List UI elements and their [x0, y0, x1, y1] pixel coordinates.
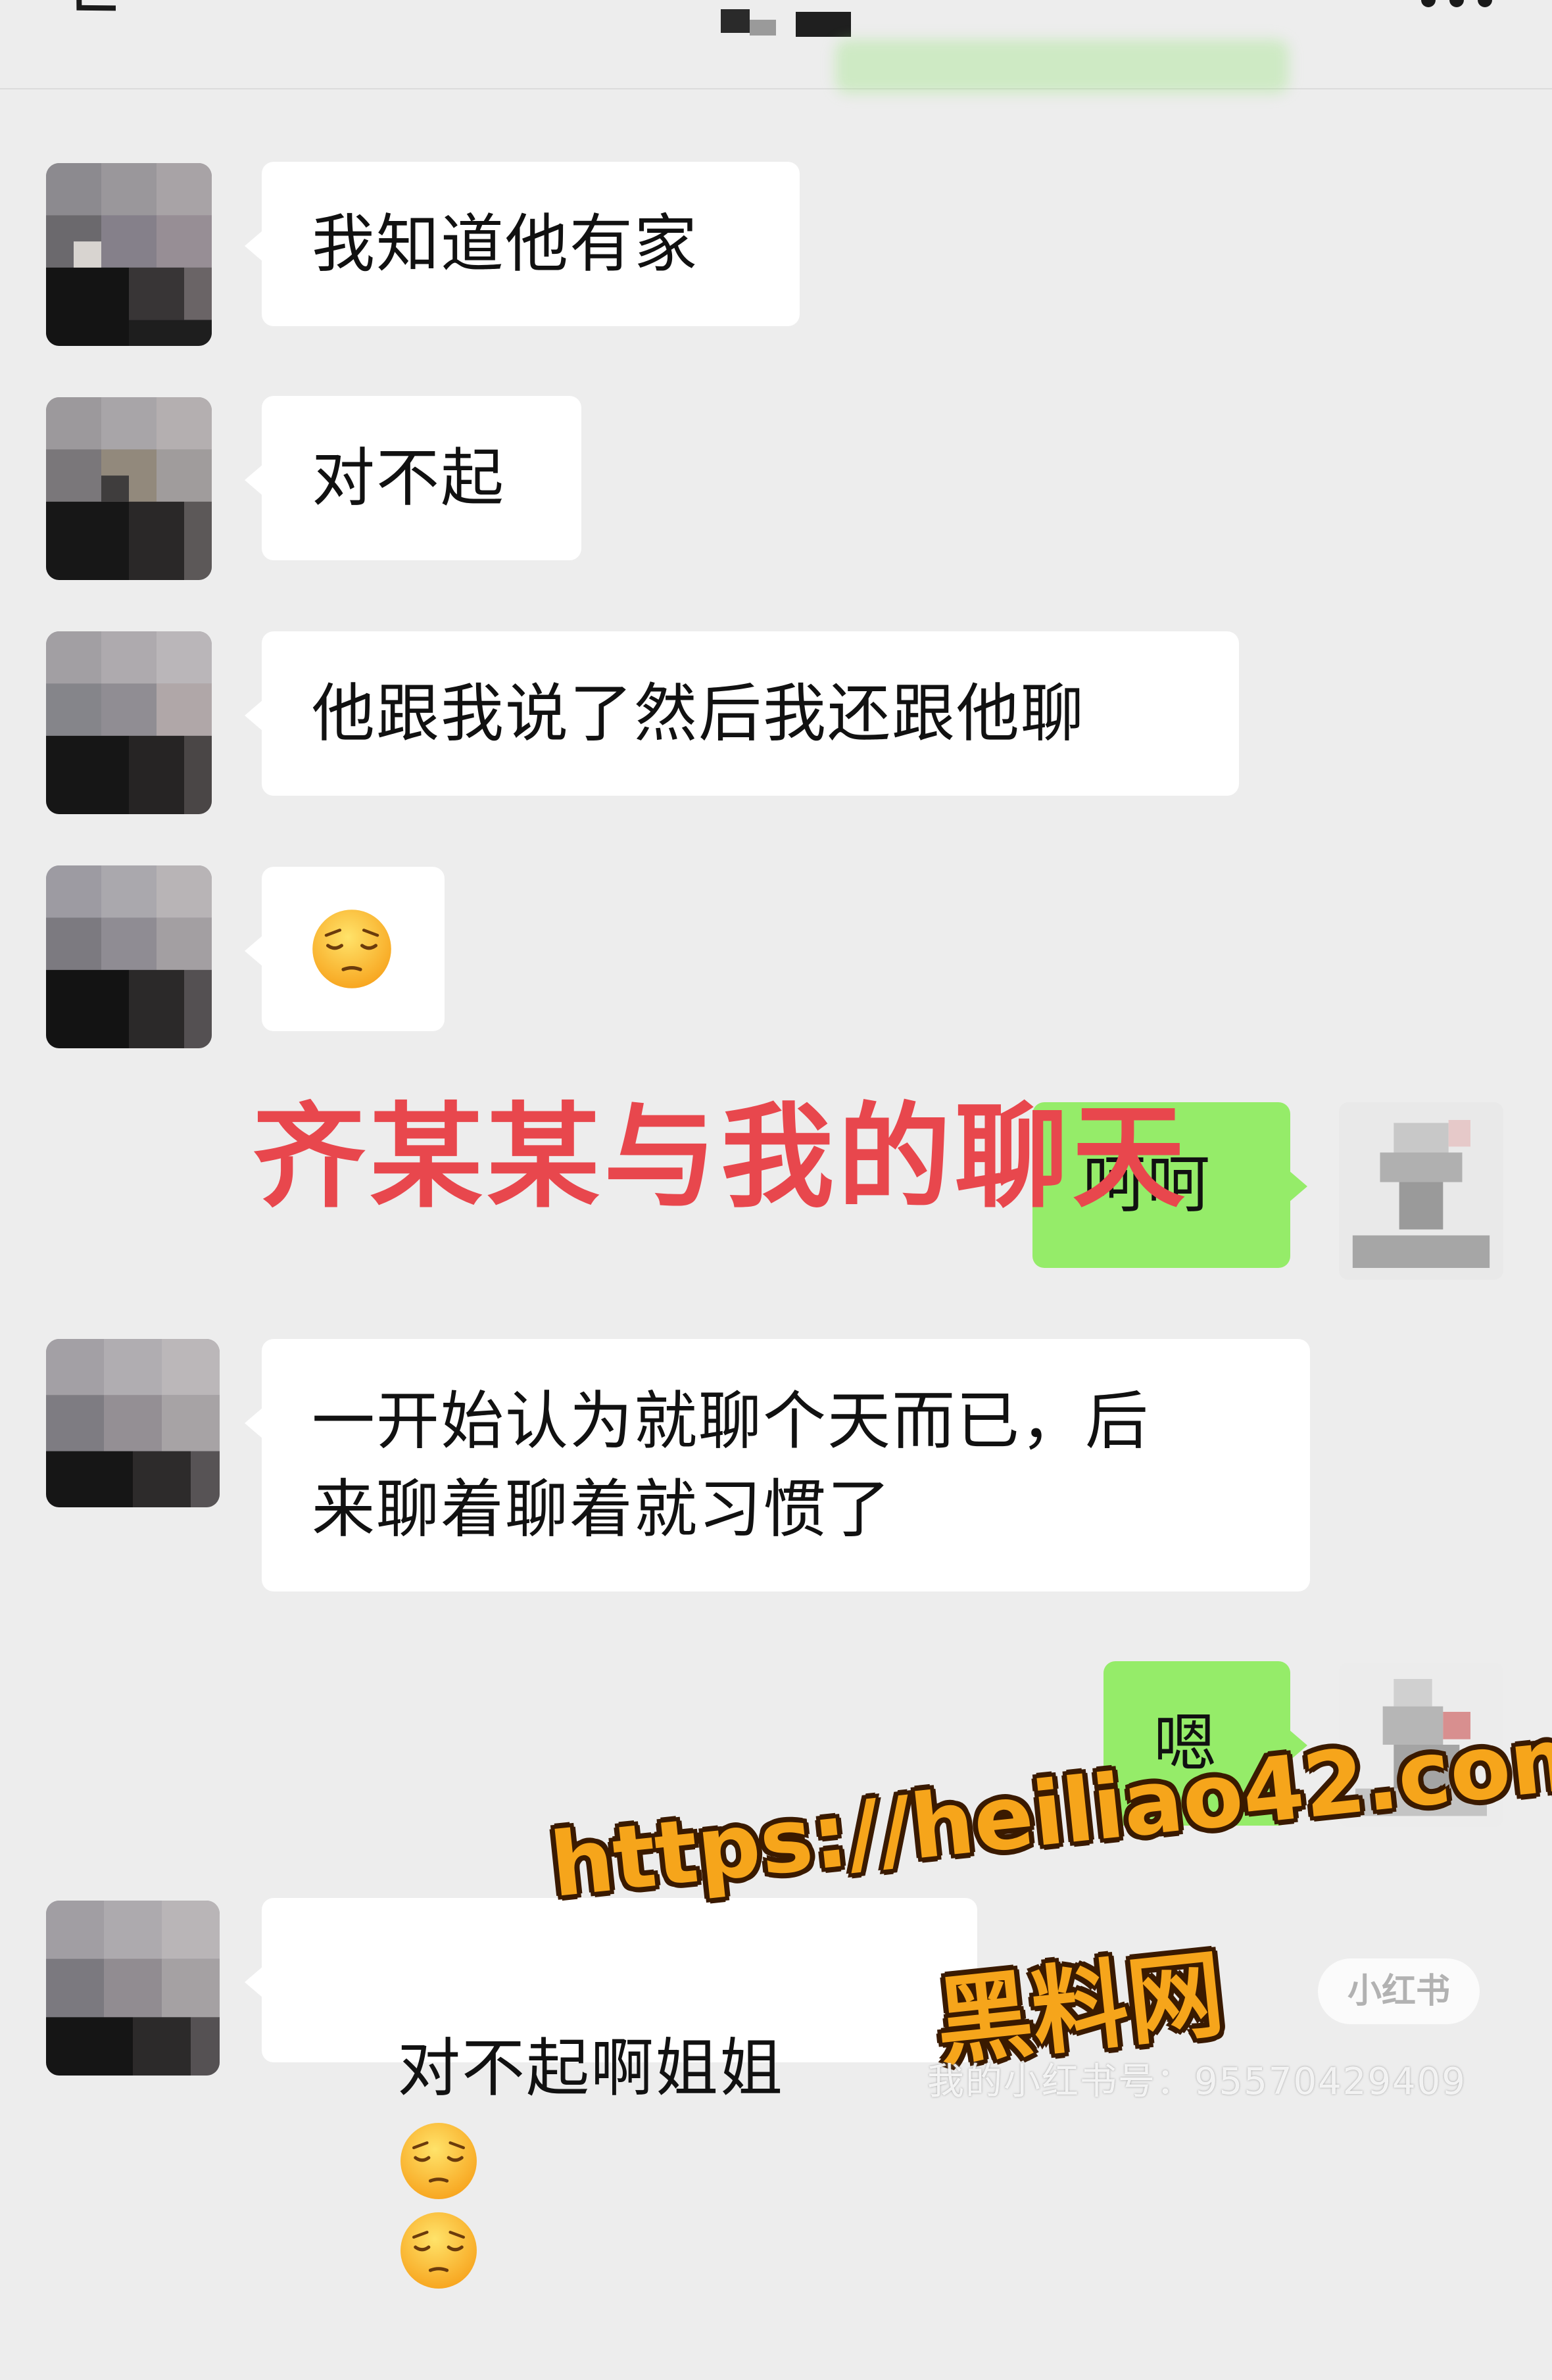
- platform-logo-watermark: 小红书: [1318, 1958, 1480, 2024]
- url-watermark: https://heiliao42.com: [546, 1705, 1552, 1918]
- more-icon[interactable]: [1414, 0, 1499, 20]
- back-arrow-icon[interactable]: [57, 0, 116, 46]
- message-bubble[interactable]: 一开始认为就聊个天而已，后 来聊着聊着就习惯了: [245, 1339, 1310, 1591]
- message-bubble[interactable]: 我知道他有家: [245, 162, 800, 326]
- chat-title-redacted: [721, 9, 750, 33]
- pensive-face-emoji: [400, 2212, 477, 2289]
- message-bubble[interactable]: 他跟我说了然后我还跟他聊: [245, 631, 1239, 796]
- avatar[interactable]: [46, 397, 212, 580]
- caption-overlay: 齐某某与我的聊天: [253, 1091, 1189, 1223]
- chat-title-redacted: [750, 20, 776, 36]
- avatar[interactable]: [46, 1339, 220, 1507]
- message-bubble[interactable]: [245, 867, 445, 1031]
- pensive-face-emoji: [400, 2122, 477, 2199]
- avatar[interactable]: [46, 1901, 220, 2076]
- chat-header: [0, 0, 1552, 93]
- avatar[interactable]: [46, 865, 212, 1048]
- message-text: 对不起啊姐姐: [397, 2031, 785, 2105]
- avatar[interactable]: [46, 163, 212, 346]
- avatar[interactable]: [1339, 1102, 1503, 1280]
- avatar[interactable]: [46, 631, 212, 814]
- chat-title-redacted: [796, 12, 851, 37]
- account-id-watermark: 我的小红书号：9557042940​9: [927, 2060, 1467, 2103]
- message-bubble[interactable]: 对不起啊姐姐: [245, 1898, 977, 2289]
- header-highlight: [835, 39, 1289, 93]
- pensive-face-emoji: [312, 910, 391, 988]
- message-bubble[interactable]: 对不起: [245, 396, 581, 560]
